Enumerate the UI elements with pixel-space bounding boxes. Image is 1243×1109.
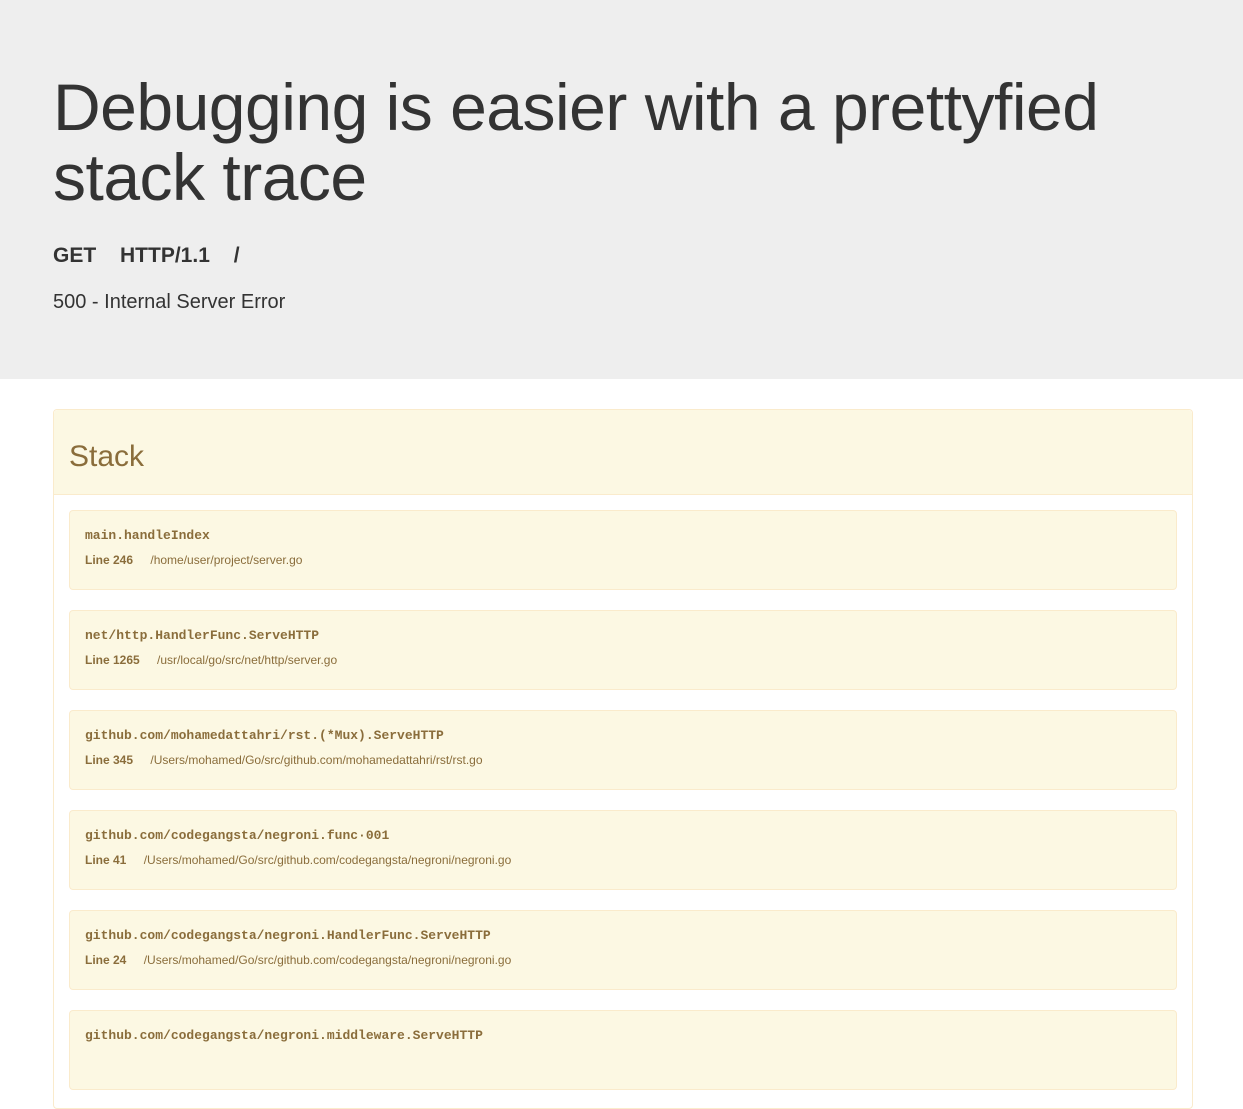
frame-function: github.com/codegangsta/negroni.func·001 bbox=[85, 828, 390, 843]
stack-frame: github.com/mohamedattahri/rst.(*Mux).Ser… bbox=[69, 710, 1177, 790]
frame-location: Line 246 /home/user/project/server.go bbox=[85, 552, 1161, 568]
frame-location: Line 24 /Users/mohamed/Go/src/github.com… bbox=[85, 952, 1161, 968]
frame-location bbox=[85, 1052, 1161, 1068]
frame-line-number: Line 246 bbox=[85, 553, 134, 567]
frame-file-path: /usr/local/go/src/net/http/server.go bbox=[157, 653, 338, 667]
stack-frame: github.com/codegangsta/negroni.middlewar… bbox=[69, 1010, 1177, 1090]
stack-frame: github.com/codegangsta/negroni.HandlerFu… bbox=[69, 910, 1177, 990]
frame-file-path: /home/user/project/server.go bbox=[150, 553, 303, 567]
frame-file-path: /Users/mohamed/Go/src/github.com/codegan… bbox=[143, 853, 512, 867]
request-path: / bbox=[233, 244, 240, 267]
frame-function: github.com/codegangsta/negroni.middlewar… bbox=[85, 1028, 483, 1043]
request-line: GET HTTP/1.1 / bbox=[53, 243, 258, 269]
stack-frame: main.handleIndex Line 246 /home/user/pro… bbox=[69, 510, 1177, 590]
frame-file-path: /Users/mohamed/Go/src/github.com/mohamed… bbox=[150, 753, 483, 767]
frame-location: Line 345 /Users/mohamed/Go/src/github.co… bbox=[85, 752, 1161, 768]
request-method: GET bbox=[53, 244, 97, 267]
stack-panel: Stack main.handleIndex Line 246 /home/us… bbox=[53, 409, 1193, 1109]
frame-function: github.com/codegangsta/negroni.HandlerFu… bbox=[85, 928, 491, 943]
stack-frame: net/http.HandlerFunc.ServeHTTP Line 1265… bbox=[69, 610, 1177, 690]
frame-function: github.com/mohamedattahri/rst.(*Mux).Ser… bbox=[85, 728, 444, 743]
stack-title: Stack bbox=[69, 440, 145, 473]
frame-function: net/http.HandlerFunc.ServeHTTP bbox=[85, 628, 320, 643]
status-text: 500 - Internal Server Error bbox=[53, 291, 286, 313]
page-header: Debugging is easier with a prettyfied st… bbox=[0, 0, 1243, 379]
frame-location: Line 1265 /usr/local/go/src/net/http/ser… bbox=[85, 652, 1161, 668]
stack-panel-heading: Stack bbox=[54, 410, 1192, 495]
frame-line-number: Line 41 bbox=[85, 853, 127, 867]
stack-frames-list: main.handleIndex Line 246 /home/user/pro… bbox=[54, 495, 1192, 1090]
page-title: Debugging is easier with a prettyfied st… bbox=[53, 70, 1099, 214]
frame-location: Line 41 /Users/mohamed/Go/src/github.com… bbox=[85, 852, 1161, 868]
frame-function: main.handleIndex bbox=[85, 528, 210, 543]
request-protocol: HTTP/1.1 bbox=[120, 244, 210, 267]
frame-line-number: Line 345 bbox=[85, 753, 134, 767]
stack-frame: github.com/codegangsta/negroni.func·001 … bbox=[69, 810, 1177, 890]
frame-line-number: Line 1265 bbox=[85, 653, 140, 667]
frame-file-path: /Users/mohamed/Go/src/github.com/codegan… bbox=[143, 953, 512, 967]
frame-line-number: Line 24 bbox=[85, 953, 127, 967]
